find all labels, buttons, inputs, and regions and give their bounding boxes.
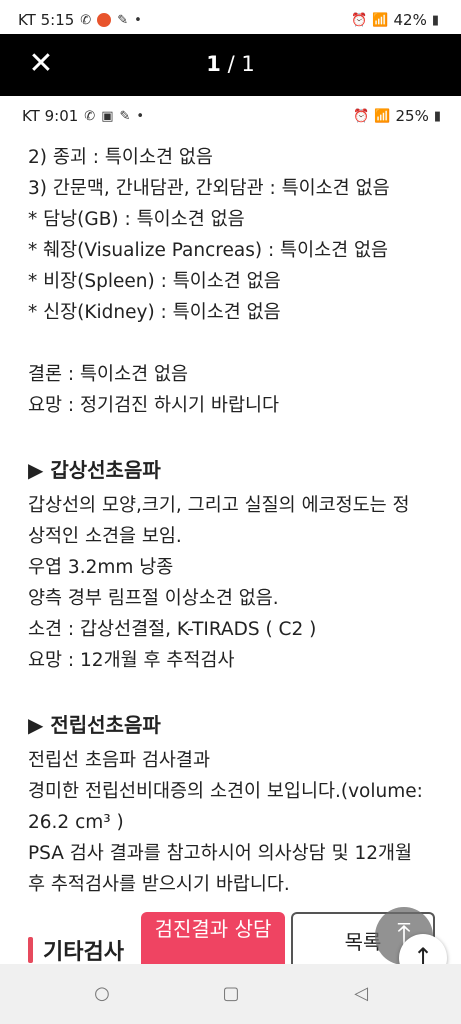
thyroid-line: 우엽 3.2mm 낭종	[28, 557, 174, 578]
image-icon: ▣	[101, 108, 114, 124]
report-line: 2) 종괴 : 특이소견 없음	[28, 147, 213, 168]
thyroid-line: 소견 : 갑상선결절, K-TIRADS ( C2 )	[28, 619, 317, 640]
report-line: * 담낭(GB) : 특이소견 없음	[28, 209, 245, 230]
home-icon[interactable]: ▢	[219, 982, 243, 1006]
notification-icon: ✎	[117, 12, 129, 28]
app-notification-icon	[97, 13, 112, 27]
missed-call-icon: ✆	[84, 108, 96, 124]
battery-icon: ▮	[431, 12, 439, 28]
notification-icon: ✎	[119, 108, 131, 124]
more-dot-icon: •	[134, 12, 142, 28]
viewer-top-bar: ✕ 1 / 1	[0, 34, 461, 96]
current-page: 1	[206, 52, 221, 76]
page-counter: 1 / 1	[0, 52, 461, 76]
inner-status-bar: KT 9:01 ✆ ▣ ✎ • ⏰ 📶 25% ▮	[0, 104, 461, 130]
report-content: 2) 종괴 : 특이소견 없음 3) 간문맥, 간내담관, 간외담관 : 특이소…	[28, 142, 448, 900]
outer-battery-level: 42%	[393, 11, 427, 29]
consult-button[interactable]: 검진결과 상담	[141, 912, 285, 972]
report-line: * 췌장(Visualize Pancreas) : 특이소견 없음	[28, 240, 389, 261]
prostate-line: 전립선 초음파 검사결과	[28, 750, 210, 771]
report-line: * 신장(Kidney) : 특이소견 없음	[28, 302, 281, 323]
more-dot-icon: •	[136, 108, 145, 124]
inner-battery-level: 25%	[395, 107, 429, 125]
prostate-line: 후 추적검사를 받으시기 바랍니다.	[28, 874, 290, 895]
total-pages: 1	[241, 52, 255, 76]
inner-status-time: KT 9:01	[22, 107, 79, 125]
prostate-line: 경미한 전립선비대증의 소견이 보입니다.(volume:	[28, 781, 423, 802]
outer-status-time: KT 5:15	[18, 11, 75, 29]
recent-apps-icon[interactable]: ○	[90, 982, 114, 1006]
back-icon[interactable]: ◁	[349, 982, 373, 1006]
recommendation-line: 요망 : 정기검진 하시기 바랍니다	[28, 395, 280, 416]
other-exams-label: 기타검사	[43, 940, 124, 965]
report-line: * 비장(Spleen) : 특이소견 없음	[28, 271, 281, 292]
thyroid-line: 갑상선의 모양,크기, 그리고 실질의 에코정도는 정	[28, 495, 410, 516]
alarm-icon: ⏰	[351, 12, 368, 28]
thyroid-line: 요망 : 12개월 후 추적검사	[28, 650, 235, 671]
alarm-icon: ⏰	[353, 108, 370, 124]
wifi-icon: 📶	[372, 12, 389, 28]
conclusion-line: 결론 : 특이소견 없음	[28, 364, 189, 385]
thyroid-line: 양측 경부 림프절 이상소견 없음.	[28, 588, 279, 609]
system-nav-bar: ○ ▢ ◁	[0, 964, 461, 1024]
missed-call-icon: ✆	[80, 12, 92, 28]
section-marker	[28, 937, 33, 963]
thyroid-line: 상적인 소견을 보임.	[28, 526, 182, 547]
thyroid-heading: ▶ 갑상선초음파	[28, 458, 161, 482]
prostate-line: PSA 검사 결과를 참고하시어 의사상담 및 12개월	[28, 843, 413, 864]
wifi-icon: 📶	[374, 108, 391, 124]
page-separator: /	[227, 52, 235, 76]
report-line: 3) 간문맥, 간내담관, 간외담관 : 특이소견 없음	[28, 178, 390, 199]
prostate-line: 26.2 cm³ )	[28, 812, 124, 833]
prostate-heading: ▶ 전립선초음파	[28, 713, 161, 737]
battery-icon: ▮	[433, 108, 441, 124]
